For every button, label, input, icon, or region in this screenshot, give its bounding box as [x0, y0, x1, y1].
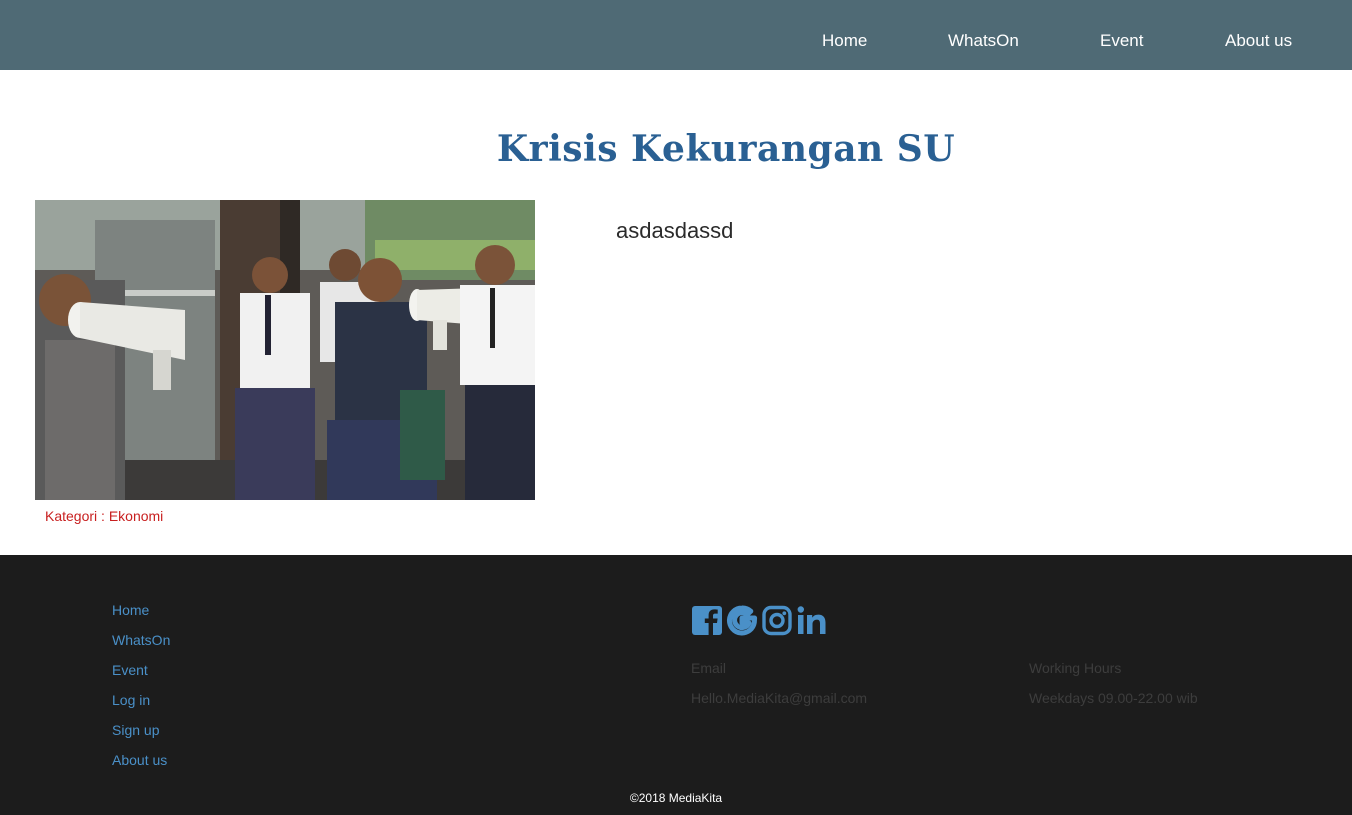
- working-hours-value: Weekdays 09.00-22.00 wib: [1029, 690, 1198, 706]
- instagram-icon[interactable]: [761, 605, 793, 636]
- article-body: asdasdassd: [616, 218, 734, 243]
- nav-event-link[interactable]: Event: [1100, 31, 1143, 51]
- article-title: Krisis Kekurangan SU: [496, 128, 956, 170]
- footer: Home WhatsOn Event Log in Sign up About …: [0, 555, 1352, 815]
- article-photo: [35, 200, 535, 500]
- article-category: Kategori : Ekonomi: [45, 508, 164, 524]
- nav-home-link[interactable]: Home: [822, 31, 867, 51]
- footer-link-about[interactable]: About us: [112, 752, 170, 782]
- nav-about-link[interactable]: About us: [1225, 31, 1292, 51]
- social-links: [691, 605, 828, 636]
- footer-links: Home WhatsOn Event Log in Sign up About …: [112, 602, 170, 782]
- facebook-icon[interactable]: [691, 605, 723, 636]
- footer-link-login[interactable]: Log in: [112, 692, 170, 722]
- footer-link-whatson[interactable]: WhatsOn: [112, 632, 170, 662]
- google-icon[interactable]: [726, 605, 758, 636]
- linkedin-icon[interactable]: [796, 605, 828, 636]
- footer-link-home[interactable]: Home: [112, 602, 170, 632]
- footer-link-event[interactable]: Event: [112, 662, 170, 692]
- email-value: Hello.MediaKita@gmail.com: [691, 690, 868, 706]
- working-hours-label: Working Hours: [1029, 660, 1122, 676]
- copyright-text: ©2018 MediaKita: [629, 791, 723, 805]
- nav-whatson-link[interactable]: WhatsOn: [948, 31, 1019, 51]
- email-label: Email: [691, 660, 727, 676]
- top-navbar: Home WhatsOn Event About us: [0, 0, 1352, 70]
- footer-link-signup[interactable]: Sign up: [112, 722, 170, 752]
